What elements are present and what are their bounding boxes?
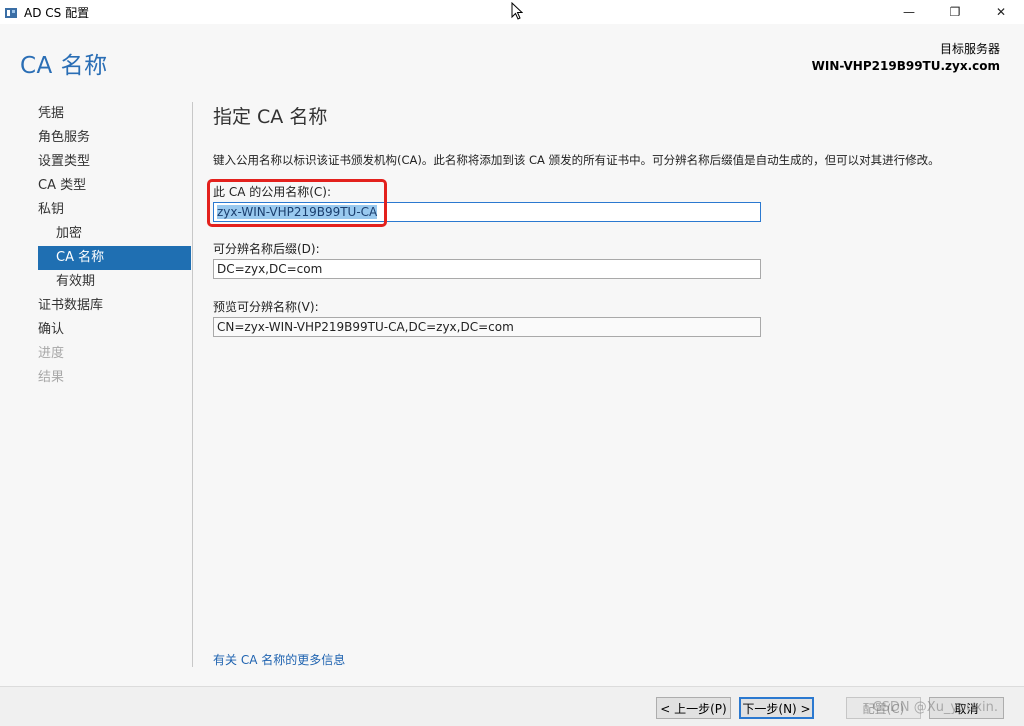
wizard-body: 凭据 角色服务 设置类型 CA 类型 私钥 加密 CA 名称 有效期 证书数据库…: [0, 86, 1024, 686]
wizard-footer: < 上一步(P) 下一步(N) > 配置(C) 取消 CSDN @Xu_youx…: [0, 686, 1024, 726]
wizard-nav: 凭据 角色服务 设置类型 CA 类型 私钥 加密 CA 名称 有效期 证书数据库…: [0, 102, 192, 390]
server-manager-icon: [4, 5, 18, 19]
dn-suffix-input[interactable]: DC=zyx,DC=com: [213, 259, 761, 279]
window-title: AD CS 配置: [24, 5, 90, 20]
preview-dn-label: 预览可分辨名称(V):: [213, 300, 319, 314]
minimize-icon: —: [903, 5, 915, 19]
page-title: CA 名称: [20, 53, 108, 79]
nav-item-cryptography[interactable]: 加密: [0, 222, 191, 246]
nav-item-validity-period[interactable]: 有效期: [0, 270, 191, 294]
wizard-header: CA 名称 目标服务器 WIN-VHP219B99TU.zyx.com: [0, 24, 1024, 86]
preview-dn-value: CN=zyx-WIN-VHP219B99TU-CA,DC=zyx,DC=com: [217, 320, 514, 334]
mouse-cursor-icon: [511, 1, 524, 24]
next-button[interactable]: 下一步(N) >: [739, 697, 814, 719]
target-server-label: 目标服务器: [939, 42, 1000, 56]
section-title: 指定 CA 名称: [213, 106, 328, 128]
nav-divider: [192, 102, 193, 667]
nav-item-confirmation[interactable]: 确认: [0, 318, 191, 342]
maximize-button[interactable]: ❐: [932, 0, 978, 24]
nav-item-ca-name[interactable]: CA 名称: [38, 246, 191, 270]
nav-item-credentials[interactable]: 凭据: [0, 102, 191, 126]
nav-item-setup-type[interactable]: 设置类型: [0, 150, 191, 174]
back-button[interactable]: < 上一步(P): [656, 697, 731, 719]
dn-suffix-value: DC=zyx,DC=com: [217, 262, 323, 276]
close-button[interactable]: ✕: [978, 0, 1024, 24]
maximize-icon: ❐: [949, 5, 961, 19]
minimize-button[interactable]: —: [886, 0, 932, 24]
close-icon: ✕: [995, 5, 1007, 19]
nav-item-ca-type[interactable]: CA 类型: [0, 174, 191, 198]
dn-suffix-label: 可分辨名称后缀(D):: [213, 242, 320, 256]
nav-item-progress: 进度: [38, 346, 65, 361]
description-text: 键入公用名称以标识该证书颁发机构(CA)。此名称将添加到该 CA 颁发的所有证书…: [213, 153, 940, 167]
target-server-name: WIN-VHP219B99TU.zyx.com: [811, 59, 1000, 73]
nav-item-role-services[interactable]: 角色服务: [0, 126, 191, 150]
annotation-highlight-box: [207, 179, 387, 227]
nav-item-certificate-database[interactable]: 证书数据库: [0, 294, 191, 318]
more-info-link[interactable]: 有关 CA 名称的更多信息: [213, 651, 345, 668]
preview-dn-field[interactable]: CN=zyx-WIN-VHP219B99TU-CA,DC=zyx,DC=com: [213, 317, 761, 337]
watermark: CSDN @Xu_youxin.: [872, 700, 998, 715]
nav-item-results: 结果: [38, 370, 65, 385]
nav-item-private-key[interactable]: 私钥: [0, 198, 191, 222]
